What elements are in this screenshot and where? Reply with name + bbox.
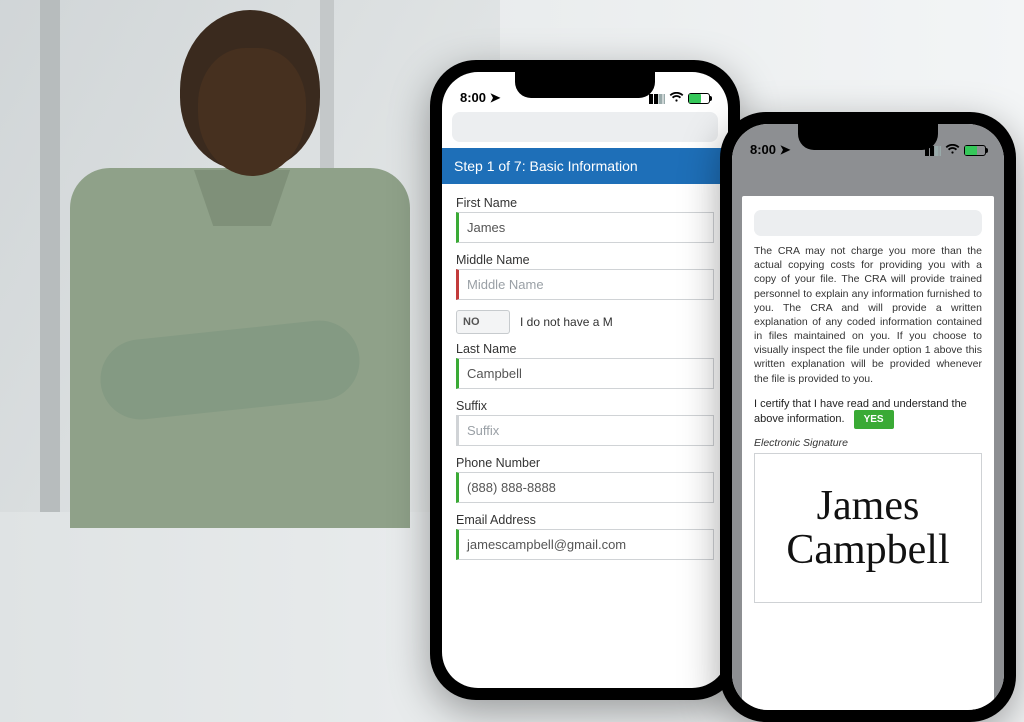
signature-pad[interactable]: James Campbell bbox=[754, 453, 982, 603]
basic-info-form: First Name James Middle Name Middle Name… bbox=[442, 184, 728, 560]
battery-icon bbox=[964, 145, 986, 156]
last-name-input[interactable]: Campbell bbox=[456, 358, 714, 389]
status-bar: 8:00 ➤ bbox=[732, 124, 1004, 160]
notch bbox=[515, 72, 655, 98]
signature-label: Electronic Signature bbox=[754, 437, 982, 449]
window-frame bbox=[40, 0, 60, 512]
no-middle-name-hint: I do not have a M bbox=[520, 315, 613, 329]
person-photo bbox=[70, 0, 410, 512]
no-middle-name-toggle[interactable]: NO bbox=[456, 310, 510, 334]
first-name-label: First Name bbox=[456, 196, 714, 210]
suffix-input[interactable]: Suffix bbox=[456, 415, 714, 446]
email-label: Email Address bbox=[456, 513, 714, 527]
suffix-label: Suffix bbox=[456, 399, 714, 413]
location-icon: ➤ bbox=[490, 90, 501, 105]
location-icon: ➤ bbox=[780, 142, 791, 157]
disclosure-text: The CRA may not charge you more than the… bbox=[754, 244, 982, 386]
wifi-icon bbox=[945, 143, 960, 158]
battery-icon bbox=[688, 93, 710, 104]
email-input[interactable]: jamescampbell@gmail.com bbox=[456, 529, 714, 560]
status-time: 8:00 bbox=[460, 90, 486, 105]
first-name-input[interactable]: James bbox=[456, 212, 714, 243]
middle-name-label: Middle Name bbox=[456, 253, 714, 267]
middle-name-input[interactable]: Middle Name bbox=[456, 269, 714, 300]
certify-row: I certify that I have read and understan… bbox=[754, 398, 982, 429]
certify-toggle[interactable]: YES bbox=[854, 410, 894, 429]
last-name-label: Last Name bbox=[456, 342, 714, 356]
cellular-icon bbox=[649, 94, 665, 104]
cellular-icon bbox=[925, 146, 941, 156]
step-header: Step 1 of 7: Basic Information bbox=[442, 148, 728, 184]
address-bar[interactable] bbox=[754, 210, 982, 236]
phone-mockup-form: 8:00 ➤ Step 1 of 7: Basic Information Fi… bbox=[430, 60, 740, 700]
phone-label: Phone Number bbox=[456, 456, 714, 470]
phone-mockup-signature: 8:00 ➤ The CRA may not charge you more t… bbox=[720, 112, 1016, 722]
status-time: 8:00 bbox=[750, 142, 776, 157]
address-bar[interactable] bbox=[452, 112, 718, 142]
wifi-icon bbox=[669, 91, 684, 106]
phone-input[interactable]: (888) 888-8888 bbox=[456, 472, 714, 503]
